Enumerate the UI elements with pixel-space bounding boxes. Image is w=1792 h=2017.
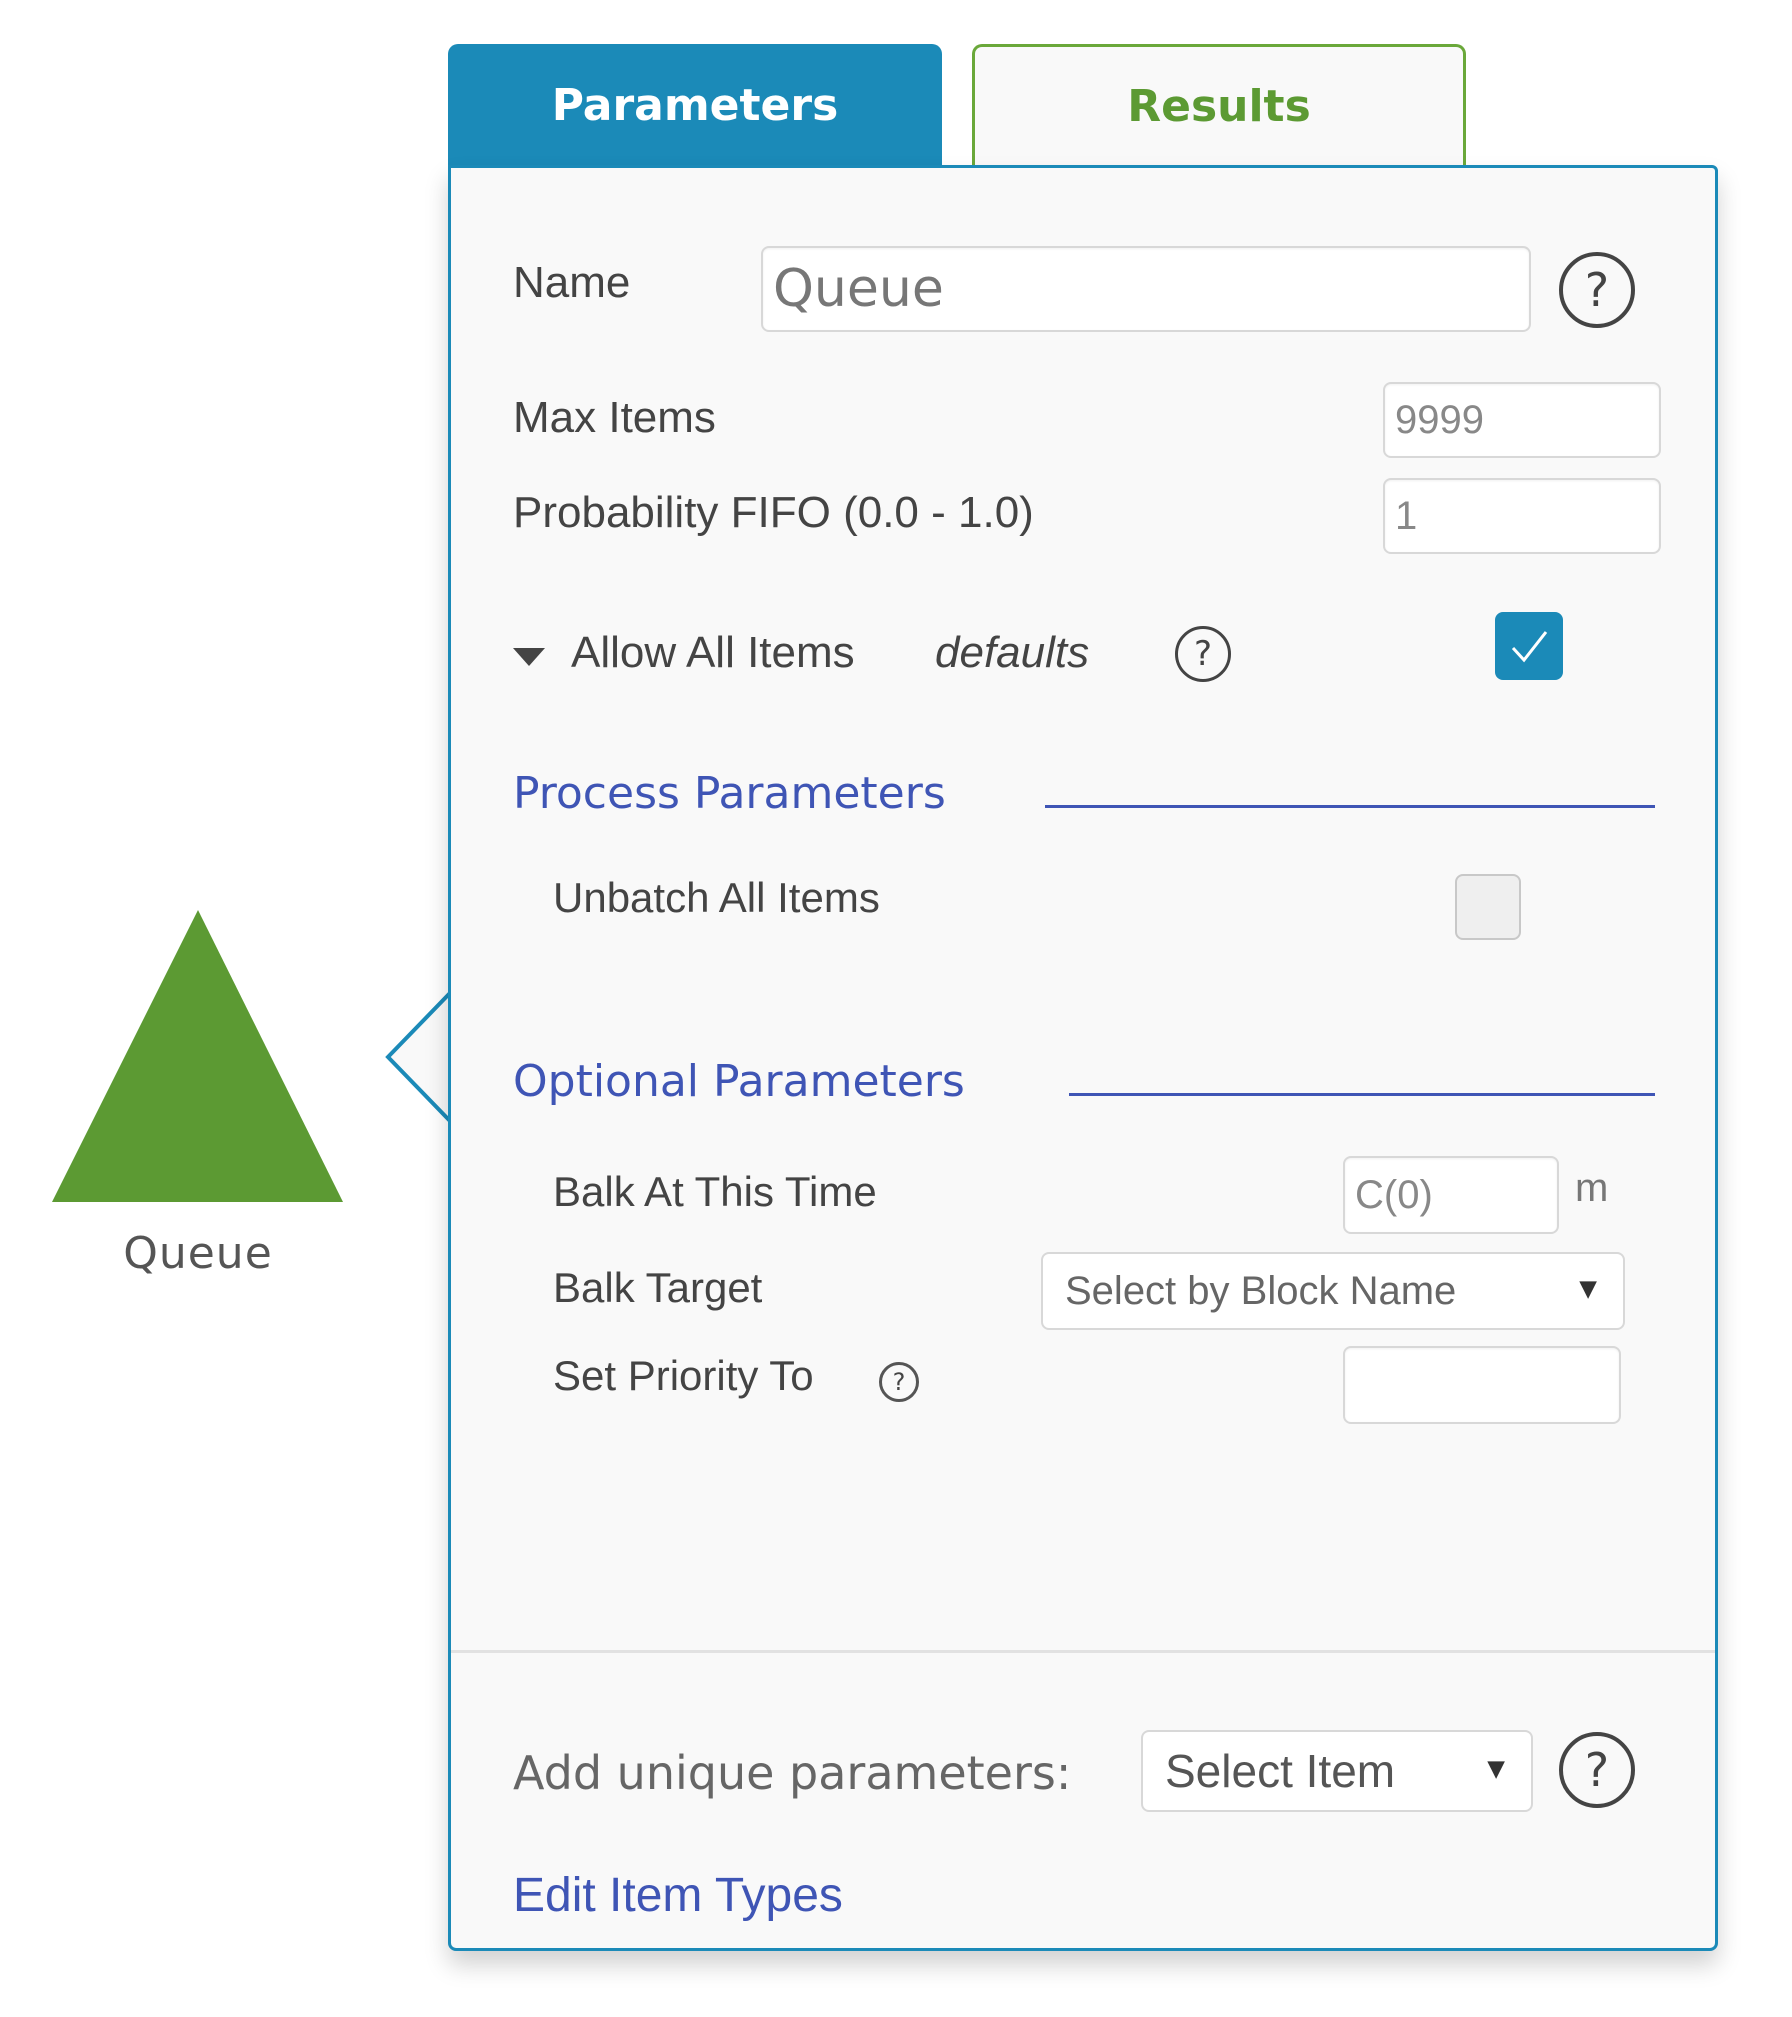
edit-item-types-link[interactable]: Edit Item Types [513,1868,843,1923]
max-items-input[interactable] [1383,382,1661,458]
process-parameters-divider [1045,805,1655,808]
chevron-down-icon: ▼ [1481,1752,1511,1786]
optional-parameters-divider [1069,1093,1655,1096]
tab-results[interactable]: Results [972,44,1466,166]
name-label: Name [513,258,631,307]
add-unique-parameters-select[interactable]: Select Item ▼ [1141,1730,1533,1812]
balk-time-unit: m [1575,1166,1609,1210]
balk-at-this-time-label: Balk At This Time [553,1168,877,1215]
balk-at-this-time-input[interactable] [1343,1156,1559,1234]
block-label: Queue [123,1228,273,1279]
tab-parameters[interactable]: Parameters [448,44,942,166]
process-parameters-title: Process Parameters [513,768,946,819]
name-help-icon[interactable]: ? [1559,252,1635,328]
probability-fifo-input[interactable] [1383,478,1661,554]
checkmark-icon [1511,631,1548,663]
name-input[interactable] [761,246,1531,332]
parameters-panel: Name ? Max Items Probability FIFO (0.0 -… [448,165,1718,1951]
set-priority-to-input[interactable] [1343,1346,1621,1424]
balk-target-label: Balk Target [553,1264,763,1311]
queue-triangle-icon[interactable] [48,910,348,1210]
balk-target-selected: Select by Block Name [1065,1268,1457,1313]
set-priority-to-label: Set Priority To [553,1352,814,1399]
footer-divider [451,1650,1715,1653]
allow-all-items-help-icon[interactable]: ? [1175,626,1231,682]
panel-pointer [385,992,453,1122]
allow-all-items-hint: defaults [935,628,1090,677]
chevron-down-icon: ▼ [1573,1272,1603,1306]
allow-all-items-checkbox[interactable] [1495,612,1563,680]
add-unique-parameters-label: Add unique parameters: [513,1746,1072,1800]
max-items-label: Max Items [513,393,716,442]
unbatch-all-items-checkbox[interactable] [1455,874,1521,940]
caret-down-icon[interactable] [513,648,545,666]
queue-block[interactable]: Queue [48,910,348,1279]
add-unique-help-icon[interactable]: ? [1559,1732,1635,1808]
balk-target-select[interactable]: Select by Block Name ▼ [1041,1252,1625,1330]
probability-fifo-label: Probability FIFO (0.0 - 1.0) [513,488,1034,537]
unbatch-all-items-label: Unbatch All Items [553,874,880,921]
allow-all-items-label: Allow All Items [571,628,855,677]
set-priority-help-icon[interactable]: ? [879,1362,919,1402]
add-unique-selected: Select Item [1165,1745,1396,1797]
optional-parameters-title: Optional Parameters [513,1056,965,1107]
